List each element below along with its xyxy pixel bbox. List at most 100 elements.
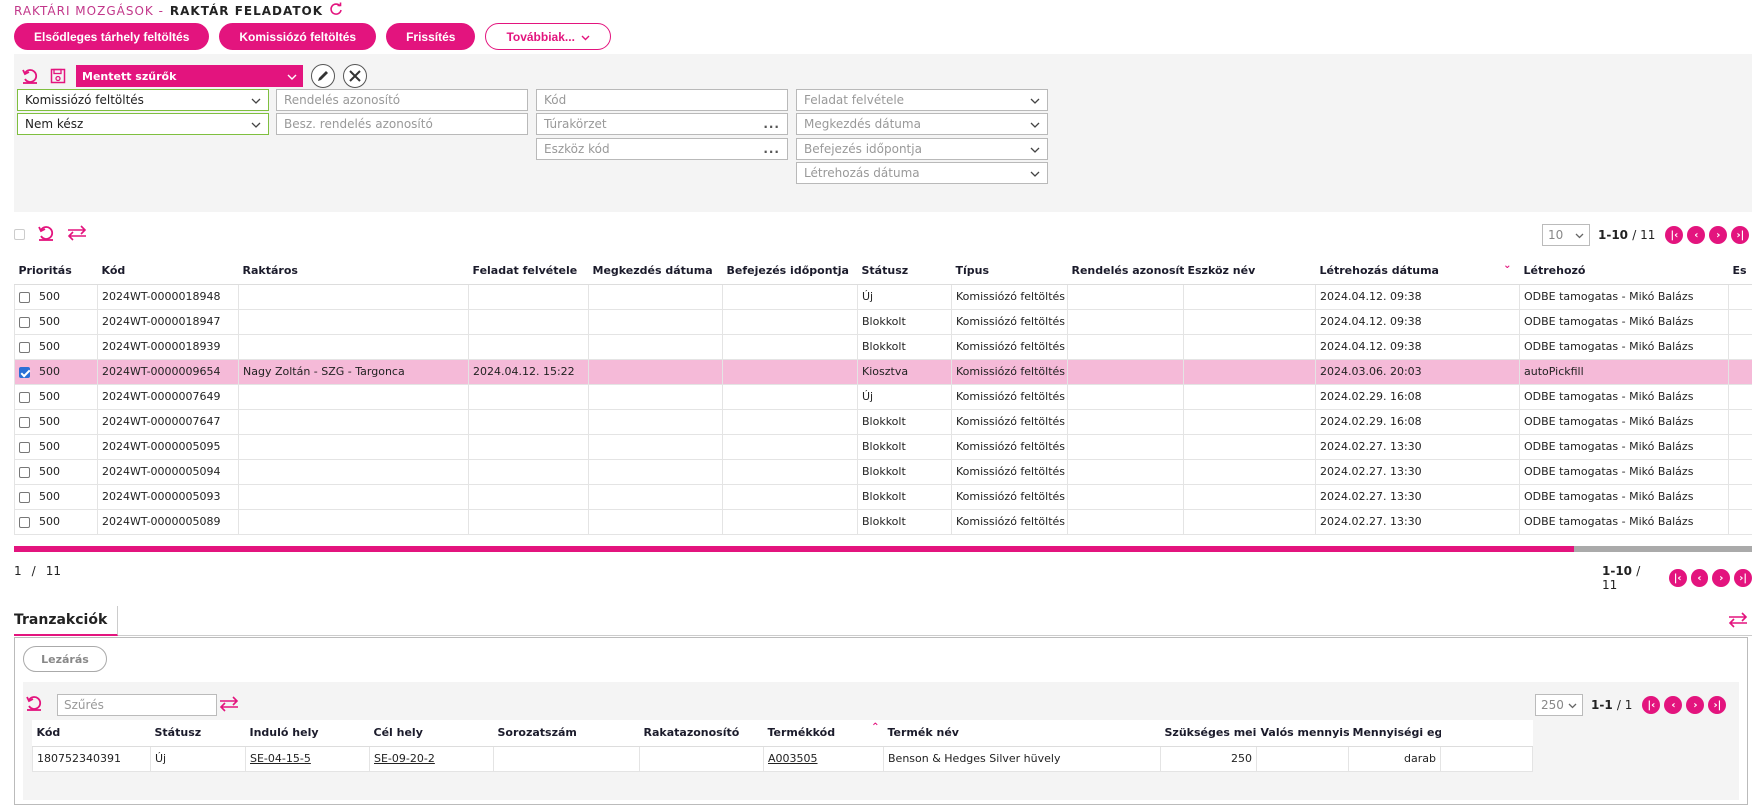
ellipsis-icon[interactable]: ...	[763, 117, 780, 131]
table-row[interactable]: 180752340391 Új SE-04-15-5 SE-09-20-2 A00350…	[32, 745, 1533, 772]
table-row[interactable]: 500 2024WT-0000018947 Blokkolt Komissiózó f…	[14, 308, 1752, 335]
tour-area-input[interactable]: Túrakörzet ...	[536, 113, 788, 135]
sort-icon[interactable]: ⌃	[871, 722, 879, 733]
column-header[interactable]: Sorozatszám	[493, 720, 640, 747]
column-header[interactable]: Valós mennyis	[1256, 720, 1349, 747]
row-checkbox[interactable]	[19, 341, 30, 353]
scrollbar-thumb[interactable]	[14, 546, 1574, 552]
order-id-input[interactable]: Rendelés azonosító	[276, 89, 528, 111]
tab-transactions[interactable]: Tranzakciók	[14, 606, 118, 636]
close-button[interactable]: Lezárás	[23, 646, 107, 672]
column-header[interactable]: Megkezdés dátuma	[588, 258, 723, 285]
select-all-checkbox[interactable]	[14, 229, 25, 240]
column-header[interactable]: Szükséges mei	[1160, 720, 1257, 747]
column-header[interactable]: Rendelés azonosít	[1067, 258, 1184, 285]
ellipsis-icon[interactable]: ...	[763, 142, 780, 156]
table-row[interactable]: 500 2024WT-0000018948 Új Komissiózó feltölt…	[14, 283, 1752, 310]
column-header[interactable]: Induló hely	[245, 720, 370, 747]
task-type-select[interactable]: Komissiózó feltöltés	[17, 89, 269, 111]
column-header[interactable]: Termék név	[883, 720, 1161, 747]
column-header[interactable]: Raktáros	[238, 258, 469, 285]
columns-icon[interactable]	[1728, 612, 1748, 631]
column-header[interactable]: Feladat felvétele	[468, 258, 589, 285]
transactions-search-input[interactable]: Szűrés	[57, 694, 217, 716]
next-page-icon[interactable]: ›	[1686, 696, 1705, 714]
start-date-select[interactable]: Megkezdés dátuma	[796, 113, 1048, 135]
last-page-icon[interactable]: ›|	[1708, 696, 1727, 714]
table-row[interactable]: 500 2024WT-0000007647 Blokkolt Komissiózó f…	[14, 408, 1752, 435]
column-header-created[interactable]: Létrehozás dátuma ⌄	[1315, 258, 1520, 285]
saved-filters-select[interactable]: Mentett szűrők	[76, 65, 303, 87]
column-header-product-code[interactable]: Termékkód ⌃	[763, 720, 884, 747]
table-row[interactable]: 500 2024WT-0000005094 Blokkolt Komissiózó f…	[14, 458, 1752, 485]
reset-grid-icon[interactable]	[37, 224, 55, 245]
cell-product-code[interactable]: A003505	[763, 745, 884, 772]
column-header[interactable]: Prioritás	[14, 258, 98, 285]
column-header[interactable]: Rakatazonosító	[639, 720, 764, 747]
picking-fill-button[interactable]: Komissiózó feltöltés	[219, 23, 377, 50]
page-size-select[interactable]: 10	[1542, 224, 1590, 246]
row-checkbox[interactable]	[19, 491, 30, 503]
column-header[interactable]: Mennyiségi eg	[1348, 720, 1441, 747]
cell-to[interactable]: SE-09-20-2	[369, 745, 494, 772]
clear-icon[interactable]	[343, 64, 367, 88]
task-pickup-select[interactable]: Feladat felvétele	[796, 89, 1048, 111]
page-range: 1-10	[1602, 564, 1633, 578]
row-checkbox[interactable]	[19, 441, 30, 453]
created-date-select[interactable]: Létrehozás dátuma	[796, 162, 1048, 184]
column-header[interactable]: Kód	[97, 258, 239, 285]
purchase-order-input[interactable]: Besz. rendelés azonosító	[276, 113, 528, 135]
code-input[interactable]: Kód	[536, 89, 788, 111]
primary-location-fill-button[interactable]: Elsődleges tárhely feltöltés	[14, 23, 210, 50]
first-page-icon[interactable]: |‹	[1642, 696, 1661, 714]
row-checkbox[interactable]	[19, 316, 30, 328]
row-checkbox[interactable]	[19, 391, 30, 403]
horizontal-scrollbar[interactable]	[14, 546, 1752, 552]
column-header[interactable]: Cél hely	[369, 720, 494, 747]
last-page-icon[interactable]: ›|	[1731, 226, 1750, 244]
columns-icon[interactable]	[219, 696, 239, 715]
column-header[interactable]: Es	[1728, 258, 1752, 285]
last-page-icon[interactable]: ›|	[1734, 569, 1752, 587]
prev-page-icon[interactable]: ‹	[1690, 569, 1709, 587]
column-header[interactable]: Státusz	[150, 720, 246, 747]
edit-icon[interactable]	[311, 64, 335, 88]
row-checkbox[interactable]	[19, 516, 30, 528]
more-button[interactable]: Továbbiak...	[485, 23, 611, 50]
reload-icon[interactable]	[329, 2, 343, 19]
next-page-icon[interactable]: ›	[1712, 569, 1731, 587]
cell-from[interactable]: SE-04-15-5	[245, 745, 370, 772]
table-row[interactable]: 500 2024WT-0000005095 Blokkolt Komissiózó f…	[14, 433, 1752, 460]
row-checkbox[interactable]	[19, 291, 30, 303]
table-row[interactable]: 500 2024WT-0000007649 Új Komissiózó feltölt…	[14, 383, 1752, 410]
column-header[interactable]: Befejezés időpontja	[722, 258, 858, 285]
breadcrumb-parent[interactable]: RAKTÁRI MOZGÁSOK -	[14, 4, 164, 18]
reset-grid-icon[interactable]	[25, 694, 43, 715]
sort-icon[interactable]: ⌄	[1503, 260, 1511, 271]
device-code-input[interactable]: Eszköz kód ...	[536, 138, 788, 160]
prev-page-icon[interactable]: ‹	[1687, 226, 1706, 244]
table-row[interactable]: 500 2024WT-0000009654 Nagy Zoltán - SZG - …	[14, 358, 1752, 385]
status-select[interactable]: Nem kész	[17, 113, 269, 135]
table-row[interactable]: 500 2024WT-0000018939 Blokkolt Komissiózó f…	[14, 333, 1752, 360]
first-page-icon[interactable]: |‹	[1665, 226, 1684, 244]
column-header[interactable]: Státusz	[857, 258, 952, 285]
refresh-button[interactable]: Frissítés	[386, 23, 476, 50]
column-header[interactable]: Kód	[32, 720, 151, 747]
column-header[interactable]: Eszköz név	[1183, 258, 1316, 285]
column-header[interactable]: Létrehozó	[1519, 258, 1729, 285]
first-page-icon[interactable]: |‹	[1668, 569, 1687, 587]
row-checkbox[interactable]	[19, 366, 30, 378]
columns-icon[interactable]	[67, 225, 87, 244]
page-size-select[interactable]: 250	[1535, 694, 1583, 716]
row-checkbox[interactable]	[19, 416, 30, 428]
column-header[interactable]: Típus	[951, 258, 1068, 285]
table-row[interactable]: 500 2024WT-0000005089 Blokkolt Komissiózó f…	[14, 508, 1752, 535]
row-checkbox[interactable]	[19, 466, 30, 478]
end-time-select[interactable]: Befejezés időpontja	[796, 138, 1048, 160]
reset-filter-icon[interactable]	[20, 66, 40, 86]
table-row[interactable]: 500 2024WT-0000005093 Blokkolt Komissiózó f…	[14, 483, 1752, 510]
save-icon[interactable]	[48, 66, 68, 86]
next-page-icon[interactable]: ›	[1709, 226, 1728, 244]
prev-page-icon[interactable]: ‹	[1664, 696, 1683, 714]
